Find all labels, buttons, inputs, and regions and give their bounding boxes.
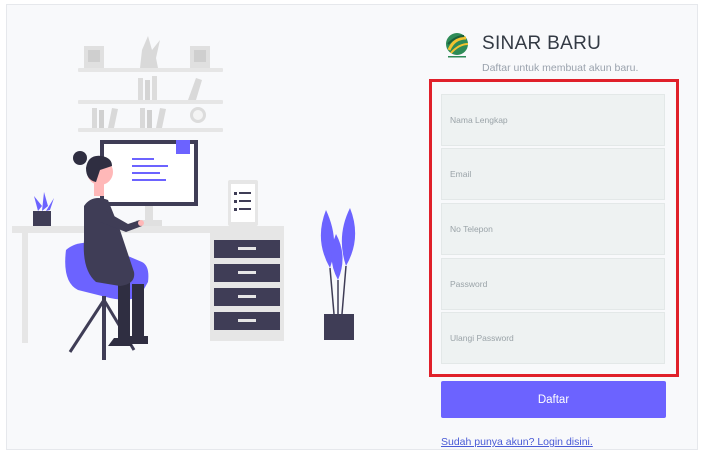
wall-shelves: [78, 36, 223, 132]
desk-plant: [33, 192, 54, 226]
brand-subtitle: Daftar untuk membuat akun baru.: [482, 62, 639, 74]
brand: [444, 32, 470, 58]
floor-plant: [320, 208, 356, 340]
globe-logo-icon: [446, 33, 469, 58]
register-button[interactable]: Daftar: [441, 381, 666, 418]
desk: [12, 226, 284, 343]
form-highlight-box: [429, 79, 679, 377]
desk-tablet: [228, 180, 258, 226]
computer-monitor: [100, 140, 198, 226]
brand-title: SINAR BARU: [482, 33, 602, 54]
login-link[interactable]: Sudah punya akun? Login disini.: [441, 436, 593, 448]
